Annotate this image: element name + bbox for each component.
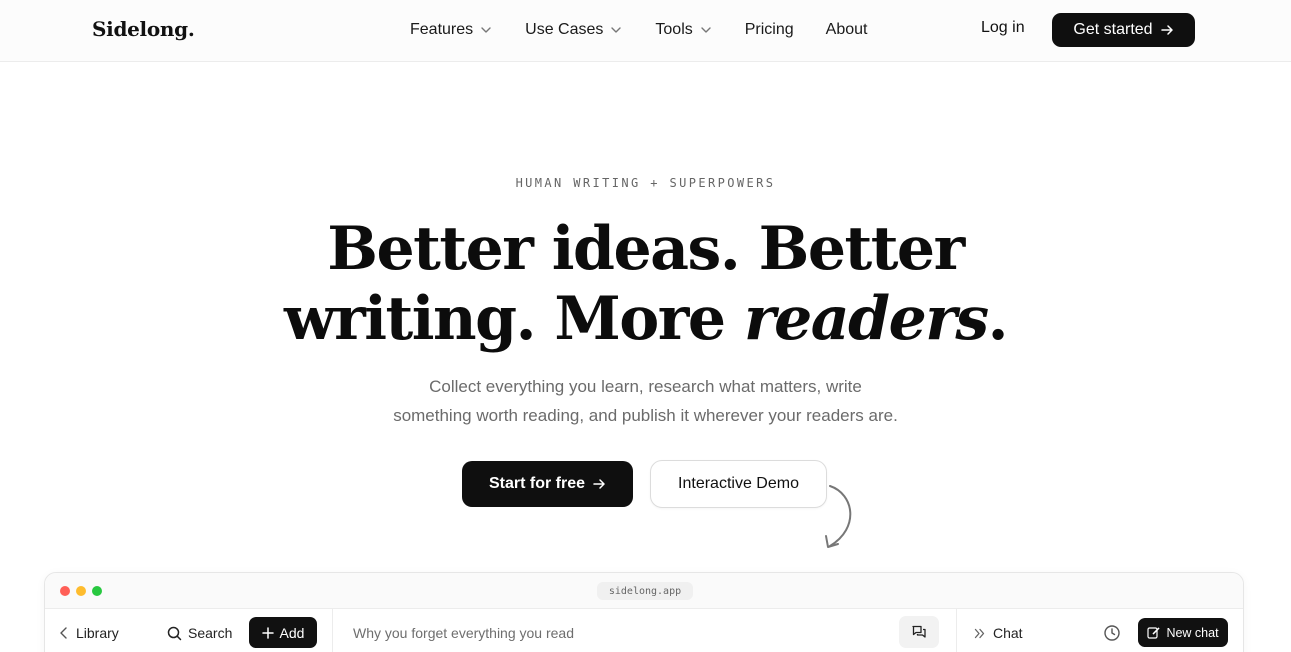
nav-item-use-cases[interactable]: Use Cases	[525, 21, 623, 39]
add-button[interactable]: Add	[249, 617, 317, 648]
chat-label: Chat	[993, 625, 1023, 641]
nav-links: Features Use Cases Tools Pricing About	[410, 0, 899, 60]
search-label: Search	[188, 625, 233, 641]
subtitle-line-2: something worth reading, and publish it …	[393, 406, 898, 425]
arrow-right-icon	[1160, 25, 1173, 35]
top-nav: Sidelong. Features Use Cases Tools Prici…	[0, 0, 1291, 62]
url-bar: sidelong.app	[597, 582, 693, 600]
nav-item-tools[interactable]: Tools	[655, 21, 712, 39]
new-chat-label: New chat	[1166, 625, 1219, 640]
app-preview-window: sidelong.app Library Search Add Why you …	[44, 572, 1244, 652]
brand-logo[interactable]: Sidelong.	[92, 17, 195, 41]
library-back-button[interactable]: Library	[59, 625, 119, 641]
headline-emphasis: readers	[743, 284, 989, 354]
close-dot	[60, 586, 70, 596]
get-started-label: Get started	[1073, 21, 1153, 38]
nav-item-label: Tools	[655, 21, 693, 38]
chat-toggle[interactable]: Chat	[974, 625, 1023, 641]
nav-item-label: Use Cases	[525, 21, 604, 38]
interactive-demo-label: Interactive Demo	[678, 475, 799, 492]
nav-item-label: About	[825, 21, 868, 38]
curved-arrow-icon	[825, 485, 852, 548]
double-chevron-right-icon	[974, 628, 985, 638]
library-pane: Library Search Add	[45, 609, 333, 652]
interactive-demo-button[interactable]: Interactive Demo	[650, 460, 827, 508]
comments-icon	[912, 625, 926, 638]
new-chat-button[interactable]: New chat	[1138, 618, 1228, 647]
minimize-dot	[76, 586, 86, 596]
subtitle-line-1: Collect everything you learn, research w…	[429, 377, 862, 396]
chevron-down-icon	[701, 27, 711, 33]
chevron-down-icon	[611, 27, 622, 33]
maximize-dot	[92, 586, 102, 596]
hero-eyebrow: HUMAN WRITING + SUPERPOWERS	[515, 176, 776, 190]
chevron-down-icon	[481, 27, 491, 33]
add-label: Add	[279, 624, 305, 641]
search-icon	[167, 626, 182, 640]
nav-item-pricing[interactable]: Pricing	[745, 21, 794, 39]
history-clock-icon[interactable]	[1103, 624, 1121, 642]
headline-line-1: Better ideas. Better	[327, 214, 965, 284]
arrow-right-icon	[593, 479, 605, 489]
start-free-label: Start for free	[488, 475, 586, 492]
hero-subtitle: Collect everything you learn, research w…	[0, 372, 1291, 430]
headline-line-2: writing. More readers.	[283, 284, 1009, 354]
document-title[interactable]: Why you forget everything you read	[353, 625, 574, 641]
chevron-left-icon	[60, 627, 67, 639]
chat-pane: Chat New chat	[957, 609, 1243, 652]
start-free-button[interactable]: Start for free	[462, 461, 633, 507]
plus-icon	[261, 626, 274, 639]
editor-pane: Why you forget everything you read	[333, 609, 957, 652]
search-button[interactable]: Search	[167, 625, 232, 641]
hero-headline: Better ideas. Better writing. More reade…	[0, 214, 1291, 354]
nav-item-about[interactable]: About	[826, 21, 868, 39]
nav-item-label: Features	[410, 21, 474, 38]
library-label: Library	[76, 625, 119, 641]
headline-line-2-text: writing. More	[283, 284, 744, 354]
nav-item-label: Pricing	[744, 21, 794, 38]
comments-button[interactable]	[899, 616, 939, 648]
edit-icon	[1147, 627, 1161, 639]
headline-period: .	[987, 284, 1009, 354]
nav-item-features[interactable]: Features	[410, 21, 493, 39]
get-started-button[interactable]: Get started	[1052, 13, 1195, 47]
window-titlebar: sidelong.app	[45, 573, 1243, 609]
login-link[interactable]: Log in	[981, 19, 1025, 37]
